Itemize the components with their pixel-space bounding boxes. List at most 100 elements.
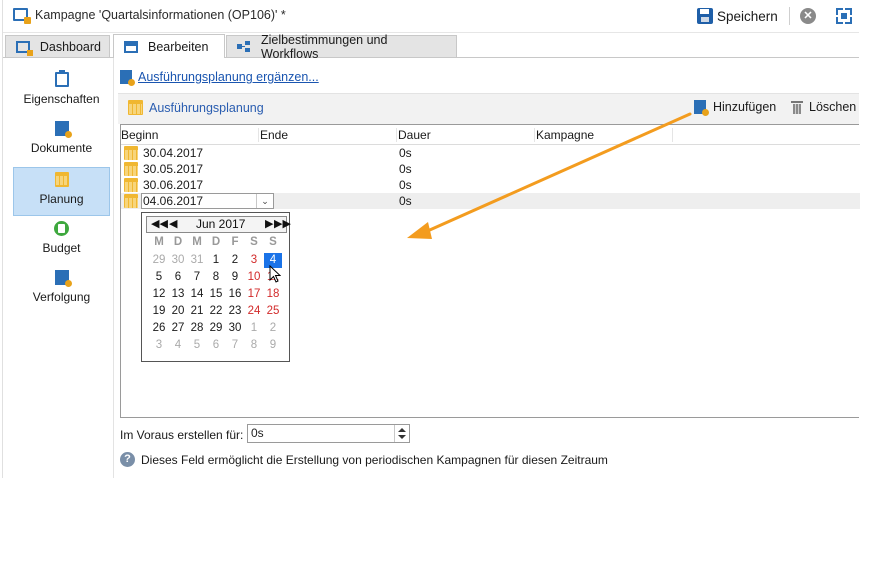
tab-label: Dashboard: [39, 39, 101, 54]
add-plan-link[interactable]: Ausführungsplanung ergänzen...: [138, 70, 319, 84]
calendar-day[interactable]: 20: [169, 304, 187, 319]
tab-zielbestimmungen-workflows[interactable]: Zielbestimmungen und Workflows: [226, 33, 457, 61]
calendar-day[interactable]: 22: [207, 304, 225, 319]
date-picker: ◀◀ ◀ Jun 2017 ▶ ▶▶ M D M D F S S 29 30 31 1…: [141, 212, 291, 362]
calendar-day[interactable]: 30: [226, 321, 244, 336]
tab-dashboard[interactable]: Dashboard: [5, 35, 110, 57]
sidebar-item-label: Eigenschaften: [23, 92, 100, 106]
add-icon: [694, 100, 709, 116]
calendar-day[interactable]: 2: [226, 253, 244, 268]
calendar-day[interactable]: 7: [226, 338, 244, 353]
advance-duration-value: 0s: [251, 426, 264, 440]
calendar-day[interactable]: 27: [169, 321, 187, 336]
plan-table: Beginn Ende Dauer Kampagne 30.04.2017 0s…: [120, 124, 860, 418]
sidebar-item-label: Dokumente: [30, 141, 93, 155]
sidebar-item-budget[interactable]: Budget: [13, 221, 110, 267]
tab-bearbeiten[interactable]: Bearbeiten: [113, 34, 225, 58]
next-month-icon[interactable]: ▶: [265, 217, 273, 232]
calendar-day[interactable]: 8: [207, 270, 225, 285]
prev-month-icon[interactable]: ◀: [169, 217, 177, 232]
sidebar-item-label: Budget: [42, 241, 81, 255]
calendar-icon: [124, 162, 138, 176]
sidebar-item-eigenschaften[interactable]: Eigenschaften: [13, 70, 110, 118]
calendar-day[interactable]: 4: [169, 338, 187, 353]
calendar-day[interactable]: 7: [188, 270, 206, 285]
calendar-day[interactable]: 13: [169, 287, 187, 302]
calendar-day[interactable]: 30: [169, 253, 187, 268]
calendar-day[interactable]: 5: [150, 270, 168, 285]
calendar-day[interactable]: 21: [188, 304, 206, 319]
add-button[interactable]: Hinzufügen: [694, 100, 777, 116]
column-header-kampagne[interactable]: Kampagne: [536, 128, 594, 142]
calendar-day[interactable]: 12: [150, 287, 168, 302]
calendar-day[interactable]: 17: [245, 287, 263, 302]
stepper-up-icon[interactable]: [398, 428, 406, 432]
calendar-day[interactable]: 9: [226, 270, 244, 285]
maximize-icon[interactable]: [836, 8, 852, 24]
column-header-ende[interactable]: Ende: [260, 128, 288, 142]
calendar-day[interactable]: 9: [264, 338, 282, 353]
calendar-day[interactable]: 6: [169, 270, 187, 285]
calendar-day[interactable]: 8: [245, 338, 263, 353]
duration: 0s: [399, 146, 412, 160]
calendar-day[interactable]: 3: [245, 253, 263, 268]
calendar-icon: [124, 178, 138, 192]
dashboard-icon: [16, 40, 33, 56]
calendar-day[interactable]: 19: [150, 304, 168, 319]
calendar-day[interactable]: 26: [150, 321, 168, 336]
sidebar-item-label: Planung: [39, 192, 84, 206]
chevron-down-icon[interactable]: ⌄: [256, 194, 273, 208]
calendar-day[interactable]: 10: [245, 270, 263, 285]
stepper-down-icon[interactable]: [398, 435, 406, 439]
prev-year-icon[interactable]: ◀◀: [151, 217, 168, 232]
calendar-day[interactable]: 23: [226, 304, 244, 319]
table-row-editing[interactable]: 04.06.2017 ⌄ 0s: [121, 193, 860, 209]
begin-date-value: 04.06.2017: [143, 194, 204, 208]
table-row[interactable]: 30.04.2017 0s: [121, 145, 860, 161]
calendar-day[interactable]: 18: [264, 287, 282, 302]
calendar-day[interactable]: 29: [150, 253, 168, 268]
advance-label: Im Voraus erstellen für:: [120, 428, 244, 442]
info-row: ? Dieses Feld ermöglicht die Erstellung …: [120, 452, 608, 467]
delete-button-label: Löschen: [809, 100, 857, 114]
calendar-day[interactable]: 15: [207, 287, 225, 302]
calendar-day[interactable]: 14: [188, 287, 206, 302]
table-row[interactable]: 30.06.2017 0s: [121, 177, 860, 193]
sidebar-item-planung[interactable]: Planung: [13, 167, 110, 216]
calendar-day[interactable]: 5: [188, 338, 206, 353]
close-icon[interactable]: ✕: [800, 8, 816, 24]
delete-button[interactable]: Löschen: [791, 100, 856, 114]
sidebar: Eigenschaften Dokumente Planung Budget V…: [3, 58, 114, 478]
calendar-day[interactable]: 6: [207, 338, 225, 353]
column-header-dauer[interactable]: Dauer: [398, 128, 431, 142]
document-icon: [54, 121, 72, 138]
calendar-day[interactable]: 16: [226, 287, 244, 302]
calendar-day[interactable]: 28: [188, 321, 206, 336]
table-row[interactable]: 30.05.2017 0s: [121, 161, 860, 177]
sidebar-item-dokumente[interactable]: Dokumente: [13, 121, 110, 167]
calendar-day[interactable]: 25: [264, 304, 282, 319]
weekday-label: D: [211, 236, 221, 248]
begin-date: 30.04.2017: [143, 146, 204, 160]
add-button-label: Hinzufügen: [713, 100, 777, 114]
column-header-beginn[interactable]: Beginn: [121, 128, 158, 142]
calendar-day[interactable]: 24: [245, 304, 263, 319]
begin-date-input[interactable]: 04.06.2017 ⌄: [141, 193, 274, 209]
campaign-window: Kampagne 'Quartalsinformationen (OP106)'…: [2, 0, 860, 478]
stepper-arrows[interactable]: [394, 425, 409, 442]
calendar-day[interactable]: 29: [207, 321, 225, 336]
weekday-label: F: [231, 236, 239, 248]
advance-duration-stepper[interactable]: 0s: [247, 424, 410, 443]
table-header: Beginn Ende Dauer Kampagne: [121, 125, 860, 145]
sidebar-item-verfolgung[interactable]: Verfolgung: [13, 270, 110, 316]
calendar-day[interactable]: 31: [188, 253, 206, 268]
weekday-label: M: [154, 236, 164, 248]
calendar-day[interactable]: 2: [264, 321, 282, 336]
calendar-day[interactable]: 3: [150, 338, 168, 353]
calendar-day[interactable]: 1: [245, 321, 263, 336]
next-year-icon[interactable]: ▶▶: [274, 217, 291, 232]
floppy-icon: [697, 8, 713, 24]
date-picker-nav: ◀◀ ◀ Jun 2017 ▶ ▶▶: [146, 216, 291, 233]
save-button[interactable]: Speichern: [697, 5, 778, 27]
calendar-day[interactable]: 1: [207, 253, 225, 268]
